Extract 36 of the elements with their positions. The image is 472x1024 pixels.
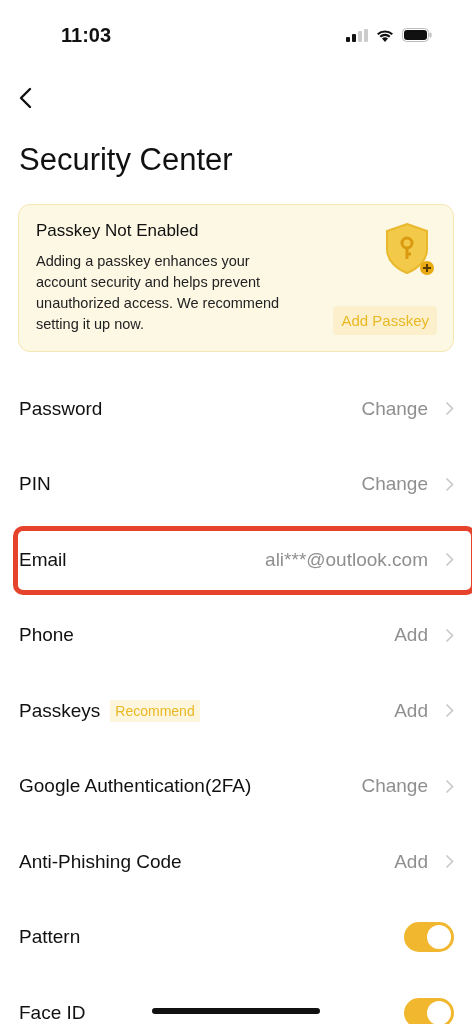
banner-text: Adding a passkey enhances your account security and helps prevent unauthorized access. We recommend setting it up now. bbox=[36, 252, 281, 334]
row-label: Face ID bbox=[19, 1001, 86, 1024]
back-icon[interactable] bbox=[18, 86, 32, 109]
add-passkey-button[interactable]: Add Passkey bbox=[333, 306, 437, 335]
wifi-icon bbox=[376, 28, 394, 42]
signal-icon bbox=[346, 28, 368, 42]
row-value[interactable]: Add bbox=[394, 624, 428, 647]
chevron-right-icon bbox=[445, 401, 454, 417]
status-time: 11:03 bbox=[61, 23, 112, 47]
row-label: Email bbox=[19, 548, 67, 571]
row-value[interactable]: Add bbox=[394, 699, 428, 722]
row-value[interactable]: Add bbox=[394, 850, 428, 873]
row-label: PIN bbox=[19, 473, 51, 496]
battery-icon bbox=[402, 28, 432, 42]
toggle-switch[interactable] bbox=[404, 922, 454, 953]
chevron-right-icon bbox=[445, 476, 454, 492]
chevron-right-icon bbox=[445, 778, 454, 794]
chevron-right-icon bbox=[445, 552, 454, 568]
row-value[interactable]: ali***@outlook.com bbox=[265, 548, 428, 571]
toggle-switch[interactable] bbox=[404, 997, 454, 1024]
row-label: Anti-Phishing Code bbox=[19, 850, 182, 873]
row-label: Passkeys bbox=[19, 699, 101, 722]
row-value[interactable]: Change bbox=[361, 775, 428, 798]
highlighted-row[interactable]: Email ali***@outlook.com bbox=[0, 522, 472, 598]
page-title: Security Center bbox=[19, 141, 234, 179]
row-label: Pattern bbox=[19, 926, 81, 949]
row-value[interactable]: Change bbox=[361, 397, 428, 420]
row-value[interactable]: Change bbox=[361, 473, 428, 496]
recommend-tag: Recommend bbox=[110, 699, 200, 722]
banner-title: Passkey Not Enabled bbox=[36, 221, 200, 241]
chevron-right-icon bbox=[445, 703, 454, 719]
row-label: Google Authentication(2FA) bbox=[19, 775, 252, 798]
chevron-right-icon bbox=[445, 627, 454, 643]
row-label: Password bbox=[19, 397, 103, 420]
row-label: Phone bbox=[19, 624, 74, 647]
chevron-right-icon bbox=[445, 854, 454, 870]
